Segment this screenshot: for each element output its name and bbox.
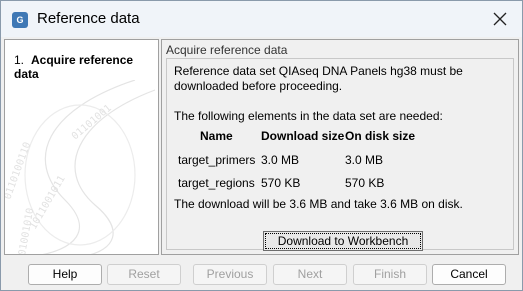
column-header-disk-size: On disk size (345, 129, 416, 143)
dialog-window: G Reference data 1. Acquire reference dat… (0, 0, 523, 291)
section-title: Acquire reference data (166, 43, 288, 57)
cancel-button[interactable]: Cancel (432, 264, 506, 285)
row-download-size: 3.0 MB (261, 153, 300, 167)
needed-elements-text: The following elements in the data set a… (174, 109, 443, 123)
content-box: Reference data set QIAseq DNA Panels hg3… (166, 58, 514, 251)
column-header-download-size: Download size (261, 129, 345, 143)
row-disk-size: 570 KB (345, 176, 385, 190)
app-icon: G (12, 12, 28, 28)
dna-watermark-icon: 0110100110 1011001011 01101001 01001010 (5, 80, 156, 255)
download-message: Reference data set QIAseq DNA Panels hg3… (174, 64, 463, 93)
download-to-workbench-button[interactable]: Download to Workbench (263, 231, 423, 251)
close-icon (493, 12, 507, 26)
column-header-name: Name (200, 129, 233, 143)
previous-button[interactable]: Previous (193, 264, 267, 285)
step-label: Acquire reference data (14, 53, 134, 81)
window-title: Reference data (37, 10, 140, 27)
content-panel: Acquire reference data Reference data se… (161, 39, 519, 255)
steps-panel: 1. Acquire reference data 0110100110 1011… (4, 39, 159, 255)
step-item-acquire[interactable]: 1. Acquire reference data (14, 53, 158, 81)
finish-button[interactable]: Finish (353, 264, 427, 285)
title-bar: G Reference data (1, 1, 522, 37)
svg-text:0110100110: 0110100110 (5, 141, 33, 201)
row-name: target_regions (178, 176, 255, 190)
row-download-size: 570 KB (261, 176, 301, 190)
row-disk-size: 3.0 MB (345, 153, 384, 167)
download-summary: The download will be 3.6 MB and take 3.6… (174, 197, 463, 211)
step-number: 1. (14, 53, 25, 67)
svg-text:01001010: 01001010 (17, 207, 36, 255)
row-name: target_primers (178, 153, 256, 167)
reset-button[interactable]: Reset (107, 264, 181, 285)
close-button[interactable] (486, 7, 514, 31)
button-bar: Help Reset Previous Next Finish Cancel (1, 257, 522, 290)
next-button[interactable]: Next (273, 264, 347, 285)
svg-text:1011001011: 1011001011 (28, 174, 68, 232)
help-button[interactable]: Help (28, 264, 102, 285)
